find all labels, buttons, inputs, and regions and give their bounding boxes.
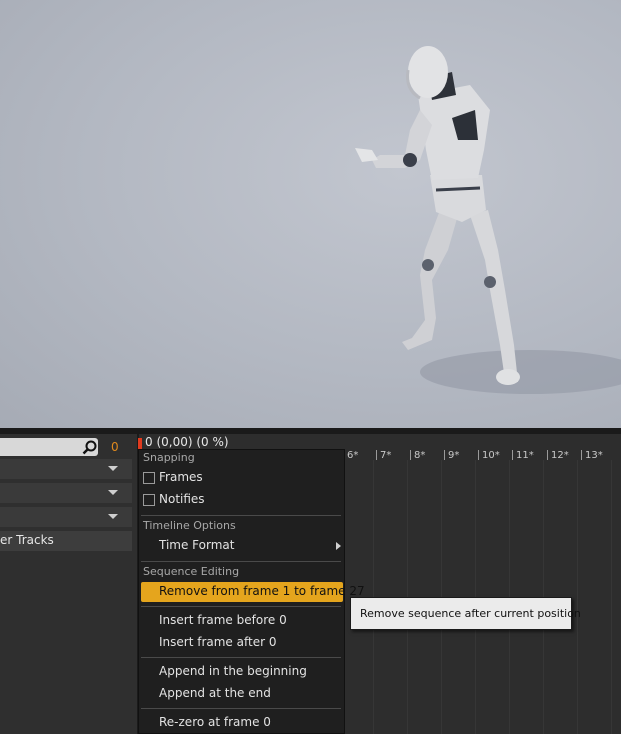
ruler-tick-label: 7* (375, 450, 392, 461)
menu-item-label: Re-zero at frame 0 (159, 715, 271, 729)
tracks-panel: 0 er Tracks (0, 434, 137, 734)
timeline-gridline (611, 460, 612, 734)
menu-separator (141, 606, 341, 607)
search-icon[interactable] (82, 440, 98, 456)
menu-separator (141, 708, 341, 709)
animation-viewport[interactable] (0, 0, 621, 428)
menu-heading-snapping: Snapping (143, 451, 195, 464)
menu-separator (141, 657, 341, 658)
track-row-2[interactable] (0, 483, 132, 503)
chevron-down-icon[interactable] (108, 490, 118, 495)
menu-item-insert-before[interactable]: Insert frame before 0 (141, 611, 343, 631)
notifies-checkbox[interactable] (143, 494, 155, 506)
ruler-tick-label: 11* (512, 450, 534, 461)
ruler-tick-label: 9* (443, 450, 460, 461)
ruler-tick-label: 12* (547, 450, 569, 461)
ruler-tick-label: 6* (342, 450, 359, 461)
tooltip-text: Remove sequence after current position (360, 607, 581, 620)
menu-item-tooltip: Remove sequence after current position (350, 597, 581, 630)
track-label: er Tracks (0, 533, 54, 547)
chevron-down-icon[interactable] (108, 466, 118, 471)
curve-tracks-row[interactable]: er Tracks (0, 531, 132, 551)
menu-item-label: Notifies (159, 492, 205, 506)
menu-item-snap-frames[interactable]: Frames (141, 468, 343, 488)
menu-item-insert-after[interactable]: Insert frame after 0 (141, 633, 343, 653)
character-mannequin (355, 46, 621, 394)
track-row-3[interactable] (0, 507, 132, 527)
current-frame-counter: 0 (111, 440, 119, 454)
menu-item-label: Frames (159, 470, 203, 484)
menu-item-label: Append at the end (159, 686, 271, 700)
menu-item-rezero[interactable]: Re-zero at frame 0 (141, 713, 343, 733)
menu-item-label: Insert frame after 0 (159, 635, 277, 649)
chevron-right-icon (336, 542, 341, 550)
timeline-gridline (577, 460, 578, 734)
menu-separator (141, 561, 341, 562)
menu-item-append-beginning[interactable]: Append in the beginning (141, 662, 343, 682)
ruler-tick-label: 8* (409, 450, 426, 461)
frames-checkbox[interactable] (143, 472, 155, 484)
menu-item-time-format[interactable]: Time Format (141, 536, 343, 556)
menu-separator (141, 515, 341, 516)
menu-heading-timeline-options: Timeline Options (143, 519, 236, 532)
ruler-tick-label: 13* (581, 450, 603, 461)
menu-item-label: Append in the beginning (159, 664, 307, 678)
chevron-down-icon[interactable] (108, 514, 118, 519)
menu-item-append-end[interactable]: Append at the end (141, 684, 343, 704)
menu-heading-sequence-editing: Sequence Editing (143, 565, 240, 578)
menu-item-label: Remove from frame 1 to frame 27 (159, 584, 365, 598)
timeline-context-menu: Snapping Frames Notifies Timeline Option… (138, 449, 365, 734)
menu-item-label: Insert frame before 0 (159, 613, 287, 627)
menu-item-remove-frames[interactable]: Remove from frame 1 to frame 27 (141, 582, 365, 602)
track-row-1[interactable] (0, 459, 132, 479)
ruler-tick-label: 10* (478, 450, 500, 461)
menu-item-snap-notifies[interactable]: Notifies (141, 490, 343, 510)
menu-item-label: Time Format (159, 538, 235, 552)
